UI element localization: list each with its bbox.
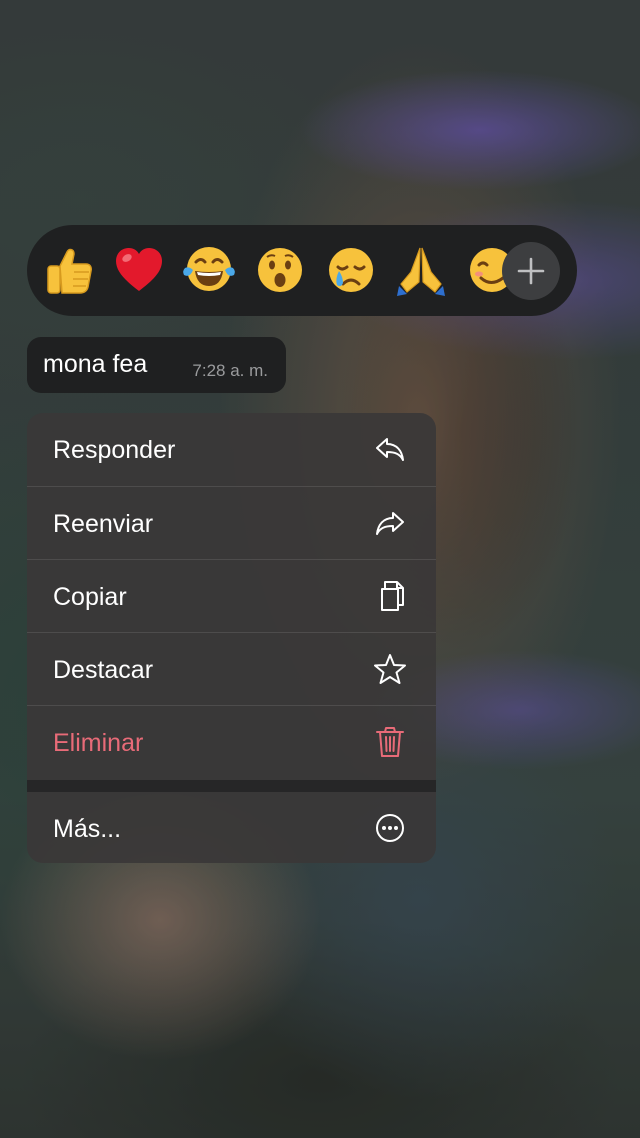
crying-face-icon [329, 248, 373, 292]
message-text: mona fea [43, 350, 148, 378]
tears-of-joy-reaction[interactable] [176, 237, 242, 303]
reply-icon [376, 438, 404, 461]
menu-item-star[interactable]: Destacar [27, 633, 436, 706]
more-icon [376, 814, 404, 842]
menu-item-label: Responder [53, 436, 176, 464]
more-reactions-button[interactable] [502, 242, 560, 300]
menu-item-copy[interactable]: Copiar [27, 560, 436, 633]
menu-item-label: Destacar [53, 656, 154, 684]
heart-icon [116, 248, 162, 291]
folded-hands-reaction[interactable] [388, 237, 454, 303]
thumbs-up-reaction[interactable] [35, 237, 101, 303]
surprised-reaction[interactable] [247, 237, 313, 303]
copy-icon [381, 581, 404, 611]
menu-item-reply[interactable]: Responder [27, 413, 436, 486]
menu-item-forward[interactable]: Reenviar [27, 487, 436, 560]
trash-icon [376, 727, 404, 757]
menu-item-label: Más... [53, 815, 122, 843]
message-bubble[interactable]: mona fea 7:28 a. m. [27, 337, 286, 393]
message-time: 7:28 a. m. [192, 361, 268, 380]
menu-item-label: Reenviar [53, 510, 154, 538]
star-icon [374, 654, 406, 684]
forward-icon [376, 512, 404, 535]
reactions-bar [27, 225, 577, 316]
tears-of-joy-icon [183, 247, 235, 291]
menu-item-label: Eliminar [53, 729, 144, 757]
menu-item-delete[interactable]: Eliminar [27, 706, 436, 779]
menu-group-separator [27, 780, 436, 792]
folded-hands-icon [397, 247, 445, 296]
plus-icon [517, 257, 545, 285]
surprised-face-icon [258, 248, 302, 292]
thumbs-up-icon [47, 248, 92, 294]
red-heart-reaction[interactable] [106, 237, 172, 303]
message-context-menu: Responder Reenviar Copiar Destacar Elimi… [27, 413, 436, 863]
menu-item-label: Copiar [53, 583, 127, 611]
menu-item-more[interactable]: Más... [27, 792, 436, 863]
screen: mona fea 7:28 a. m. Responder Reenviar C… [0, 0, 640, 1138]
crying-reaction[interactable] [318, 237, 384, 303]
